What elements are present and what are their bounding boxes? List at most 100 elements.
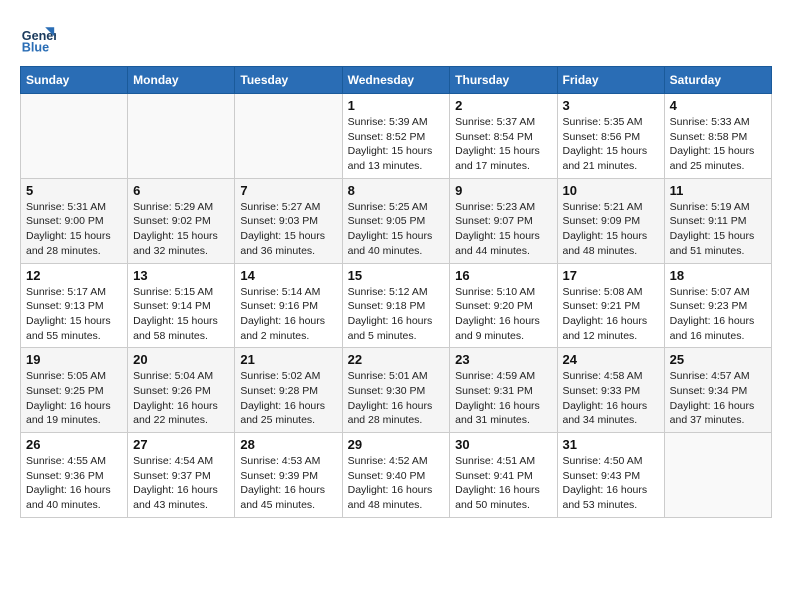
day-number: 13 <box>133 268 229 283</box>
day-of-week-header: Tuesday <box>235 67 342 94</box>
calendar-cell <box>128 94 235 179</box>
calendar-cell <box>235 94 342 179</box>
day-info: Sunrise: 5:17 AM Sunset: 9:13 PM Dayligh… <box>26 285 122 344</box>
day-of-week-header: Friday <box>557 67 664 94</box>
day-number: 27 <box>133 437 229 452</box>
calendar-week-row: 12 Sunrise: 5:17 AM Sunset: 9:13 PM Dayli… <box>21 263 772 348</box>
calendar-cell: 17 Sunrise: 5:08 AM Sunset: 9:21 PM Dayli… <box>557 263 664 348</box>
calendar-cell: 2 Sunrise: 5:37 AM Sunset: 8:54 PM Daylig… <box>450 94 557 179</box>
calendar-week-row: 1 Sunrise: 5:39 AM Sunset: 8:52 PM Daylig… <box>21 94 772 179</box>
day-number: 25 <box>670 352 766 367</box>
calendar-week-row: 5 Sunrise: 5:31 AM Sunset: 9:00 PM Daylig… <box>21 178 772 263</box>
calendar-cell: 6Sunrise: 5:29 AM Sunset: 9:02 PM Daylig… <box>128 178 235 263</box>
day-number: 16 <box>455 268 551 283</box>
day-number: 19 <box>26 352 122 367</box>
day-number: 1 <box>348 98 445 113</box>
calendar-header-row: SundayMondayTuesdayWednesdayThursdayFrid… <box>21 67 772 94</box>
day-number: 21 <box>240 352 336 367</box>
calendar-table: SundayMondayTuesdayWednesdayThursdayFrid… <box>20 66 772 518</box>
calendar-cell: 15 Sunrise: 5:12 AM Sunset: 9:18 PM Dayli… <box>342 263 450 348</box>
calendar-cell: 12 Sunrise: 5:17 AM Sunset: 9:13 PM Dayli… <box>21 263 128 348</box>
day-number: 8 <box>348 183 445 198</box>
calendar-cell: 26 Sunrise: 4:55 AM Sunset: 9:36 PM Dayli… <box>21 433 128 518</box>
calendar-cell: 5 Sunrise: 5:31 AM Sunset: 9:00 PM Daylig… <box>21 178 128 263</box>
day-number: 12 <box>26 268 122 283</box>
day-number: 24 <box>563 352 659 367</box>
day-info: Sunrise: 5:12 AM Sunset: 9:18 PM Dayligh… <box>348 285 445 344</box>
day-info: Sunrise: 5:02 AM Sunset: 9:28 PM Dayligh… <box>240 369 336 428</box>
day-number: 29 <box>348 437 445 452</box>
calendar-cell: 23 Sunrise: 4:59 AM Sunset: 9:31 PM Dayli… <box>450 348 557 433</box>
calendar-cell: 29 Sunrise: 4:52 AM Sunset: 9:40 PM Dayli… <box>342 433 450 518</box>
calendar-cell: 27 Sunrise: 4:54 AM Sunset: 9:37 PM Dayli… <box>128 433 235 518</box>
day-number: 31 <box>563 437 659 452</box>
day-info: Sunrise: 4:57 AM Sunset: 9:34 PM Dayligh… <box>670 369 766 428</box>
day-info: Sunrise: 5:19 AM Sunset: 9:11 PM Dayligh… <box>670 200 766 259</box>
day-info: Sunrise: 5:10 AM Sunset: 9:20 PM Dayligh… <box>455 285 551 344</box>
day-number: 22 <box>348 352 445 367</box>
day-number: 30 <box>455 437 551 452</box>
calendar-cell: 9 Sunrise: 5:23 AM Sunset: 9:07 PM Daylig… <box>450 178 557 263</box>
calendar-cell: 4 Sunrise: 5:33 AM Sunset: 8:58 PM Daylig… <box>664 94 771 179</box>
day-of-week-header: Wednesday <box>342 67 450 94</box>
day-info: Sunrise: 5:37 AM Sunset: 8:54 PM Dayligh… <box>455 115 551 174</box>
calendar-cell: 8 Sunrise: 5:25 AM Sunset: 9:05 PM Daylig… <box>342 178 450 263</box>
calendar-week-row: 26 Sunrise: 4:55 AM Sunset: 9:36 PM Dayli… <box>21 433 772 518</box>
day-info: Sunrise: 4:53 AM Sunset: 9:39 PM Dayligh… <box>240 454 336 513</box>
page-header: General Blue <box>20 20 772 56</box>
calendar-cell: 30 Sunrise: 4:51 AM Sunset: 9:41 PM Dayli… <box>450 433 557 518</box>
day-info: Sunrise: 4:52 AM Sunset: 9:40 PM Dayligh… <box>348 454 445 513</box>
day-number: 4 <box>670 98 766 113</box>
day-info: Sunrise: 5:31 AM Sunset: 9:00 PM Dayligh… <box>26 200 122 259</box>
calendar-cell: 28 Sunrise: 4:53 AM Sunset: 9:39 PM Dayli… <box>235 433 342 518</box>
day-info: Sunrise: 5:39 AM Sunset: 8:52 PM Dayligh… <box>348 115 445 174</box>
calendar-cell <box>21 94 128 179</box>
calendar-cell: 19Sunrise: 5:05 AM Sunset: 9:25 PM Dayli… <box>21 348 128 433</box>
svg-text:Blue: Blue <box>22 41 49 55</box>
day-info: Sunrise: 5:25 AM Sunset: 9:05 PM Dayligh… <box>348 200 445 259</box>
day-number: 6 <box>133 183 229 198</box>
calendar-cell: 7Sunrise: 5:27 AM Sunset: 9:03 PM Daylig… <box>235 178 342 263</box>
calendar-cell: 21 Sunrise: 5:02 AM Sunset: 9:28 PM Dayli… <box>235 348 342 433</box>
calendar-cell: 31Sunrise: 4:50 AM Sunset: 9:43 PM Dayli… <box>557 433 664 518</box>
calendar-cell: 22 Sunrise: 5:01 AM Sunset: 9:30 PM Dayli… <box>342 348 450 433</box>
logo: General Blue <box>20 20 62 56</box>
day-number: 10 <box>563 183 659 198</box>
day-info: Sunrise: 4:51 AM Sunset: 9:41 PM Dayligh… <box>455 454 551 513</box>
day-info: Sunrise: 5:35 AM Sunset: 8:56 PM Dayligh… <box>563 115 659 174</box>
day-number: 2 <box>455 98 551 113</box>
day-number: 20 <box>133 352 229 367</box>
day-info: Sunrise: 4:59 AM Sunset: 9:31 PM Dayligh… <box>455 369 551 428</box>
day-number: 26 <box>26 437 122 452</box>
day-number: 18 <box>670 268 766 283</box>
day-info: Sunrise: 5:23 AM Sunset: 9:07 PM Dayligh… <box>455 200 551 259</box>
day-info: Sunrise: 5:15 AM Sunset: 9:14 PM Dayligh… <box>133 285 229 344</box>
day-of-week-header: Sunday <box>21 67 128 94</box>
calendar-cell: 11Sunrise: 5:19 AM Sunset: 9:11 PM Dayli… <box>664 178 771 263</box>
day-number: 5 <box>26 183 122 198</box>
day-number: 14 <box>240 268 336 283</box>
day-info: Sunrise: 5:07 AM Sunset: 9:23 PM Dayligh… <box>670 285 766 344</box>
day-info: Sunrise: 5:08 AM Sunset: 9:21 PM Dayligh… <box>563 285 659 344</box>
day-number: 9 <box>455 183 551 198</box>
calendar-cell: 13 Sunrise: 5:15 AM Sunset: 9:14 PM Dayli… <box>128 263 235 348</box>
calendar-cell: 18 Sunrise: 5:07 AM Sunset: 9:23 PM Dayli… <box>664 263 771 348</box>
day-number: 28 <box>240 437 336 452</box>
day-info: Sunrise: 4:55 AM Sunset: 9:36 PM Dayligh… <box>26 454 122 513</box>
calendar-cell: 25 Sunrise: 4:57 AM Sunset: 9:34 PM Dayli… <box>664 348 771 433</box>
day-of-week-header: Monday <box>128 67 235 94</box>
day-info: Sunrise: 5:33 AM Sunset: 8:58 PM Dayligh… <box>670 115 766 174</box>
day-number: 15 <box>348 268 445 283</box>
day-info: Sunrise: 5:04 AM Sunset: 9:26 PM Dayligh… <box>133 369 229 428</box>
calendar-cell: 10 Sunrise: 5:21 AM Sunset: 9:09 PM Dayli… <box>557 178 664 263</box>
calendar-cell: 24 Sunrise: 4:58 AM Sunset: 9:33 PM Dayli… <box>557 348 664 433</box>
day-number: 3 <box>563 98 659 113</box>
day-info: Sunrise: 5:21 AM Sunset: 9:09 PM Dayligh… <box>563 200 659 259</box>
day-info: Sunrise: 4:54 AM Sunset: 9:37 PM Dayligh… <box>133 454 229 513</box>
day-number: 17 <box>563 268 659 283</box>
day-info: Sunrise: 5:01 AM Sunset: 9:30 PM Dayligh… <box>348 369 445 428</box>
calendar-cell <box>664 433 771 518</box>
day-number: 23 <box>455 352 551 367</box>
day-info: Sunrise: 4:58 AM Sunset: 9:33 PM Dayligh… <box>563 369 659 428</box>
day-of-week-header: Saturday <box>664 67 771 94</box>
